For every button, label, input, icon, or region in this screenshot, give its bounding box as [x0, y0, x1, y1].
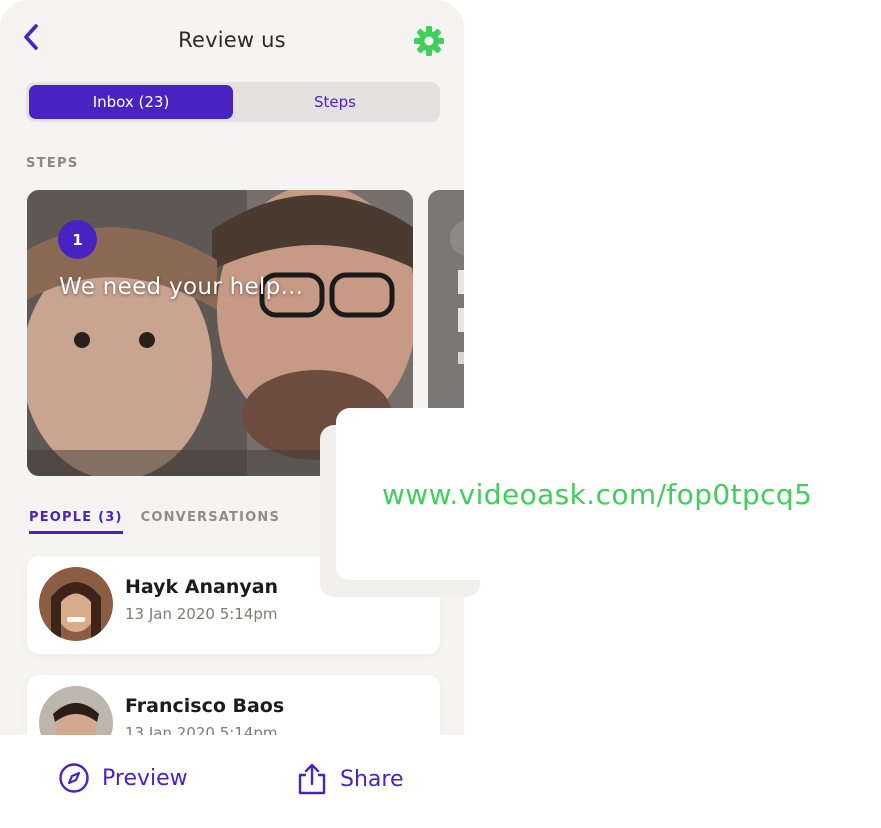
people-conversations-tabs: PEOPLE (3) CONVERSATIONS [29, 510, 280, 534]
share-button[interactable]: Share [296, 762, 404, 796]
tab-people[interactable]: PEOPLE (3) [29, 510, 123, 534]
person-date: 13 Jan 2020 5:14pm [125, 724, 278, 735]
person-name: Hayk Ananyan [125, 576, 279, 598]
stage: Review us Inbox (23) Steps STEPS 1 We ne… [0, 0, 881, 828]
segment-steps[interactable]: Steps [233, 85, 437, 119]
inbox-steps-toggle: Inbox (23) Steps [26, 82, 440, 122]
segment-inbox[interactable]: Inbox (23) [29, 85, 233, 119]
steps-section-label: STEPS [26, 156, 79, 171]
step-title: We need your help... [59, 274, 304, 300]
person-name: Francisco Baos [125, 695, 285, 717]
phone-screen: Review us Inbox (23) Steps STEPS 1 We ne… [0, 0, 464, 735]
header: Review us [0, 0, 464, 80]
person-date: 13 Jan 2020 5:14pm [125, 605, 278, 623]
avatar [39, 686, 113, 735]
share-url[interactable]: www.videoask.com/fop0tpcq5 [382, 478, 812, 511]
compass-icon [59, 763, 89, 793]
settings-button[interactable] [412, 24, 446, 58]
step-number-badge: 1 [58, 220, 97, 259]
url-card: www.videoask.com/fop0tpcq5 [336, 408, 881, 580]
share-label: Share [340, 766, 404, 792]
gear-icon [414, 26, 444, 56]
page-title: Review us [178, 28, 286, 52]
avatar [39, 567, 113, 641]
share-icon [298, 763, 326, 795]
list-item[interactable]: Francisco Baos 13 Jan 2020 5:14pm [27, 675, 440, 735]
tab-conversations[interactable]: CONVERSATIONS [141, 510, 280, 534]
preview-button[interactable]: Preview [58, 762, 188, 794]
preview-label: Preview [102, 765, 188, 791]
